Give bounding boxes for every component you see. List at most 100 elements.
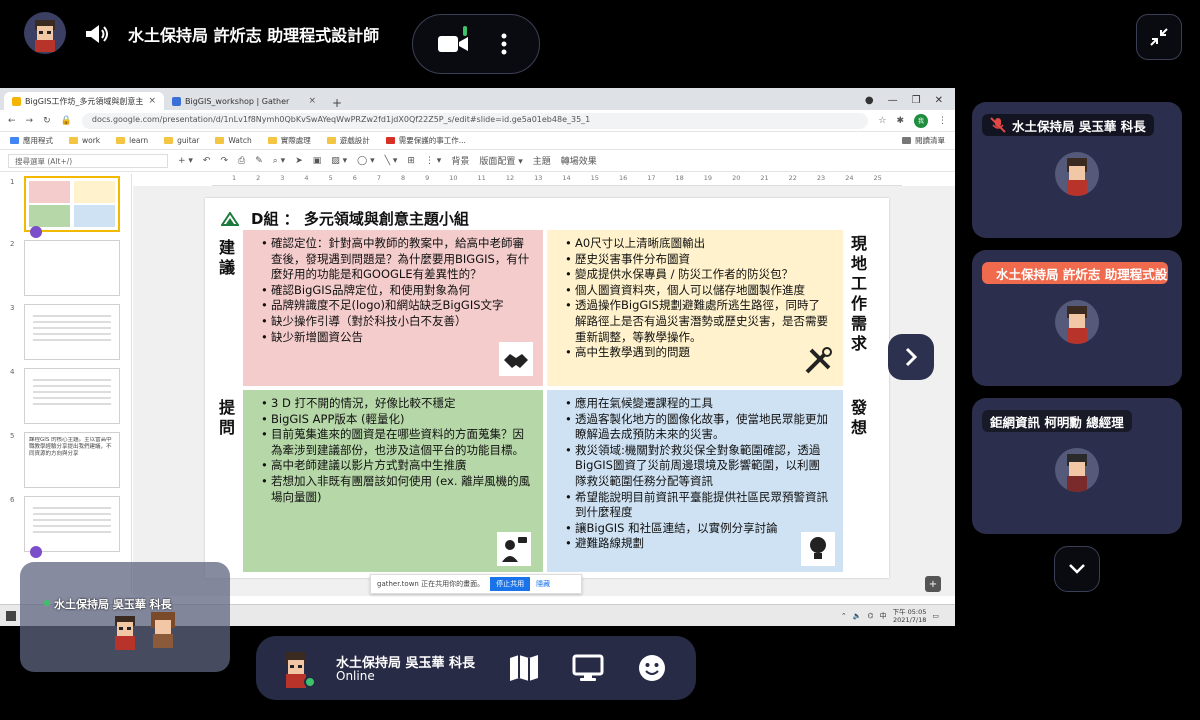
menu-dots-icon[interactable]: ⋮: [938, 116, 947, 126]
bookmark-item[interactable]: work: [69, 136, 100, 145]
forward-icon[interactable]: →: [26, 116, 34, 126]
shape-icon[interactable]: ◯ ▾: [357, 156, 374, 166]
close-icon[interactable]: ×: [148, 96, 156, 106]
self-video-preview[interactable]: 水土保持局 吳玉華 科長: [20, 562, 230, 672]
line-icon[interactable]: ╲ ▾: [385, 156, 398, 166]
paint-format-icon[interactable]: ✎: [255, 156, 263, 166]
profile-avatar[interactable]: 我: [914, 113, 928, 128]
explore-button[interactable]: +: [925, 576, 941, 592]
reading-list[interactable]: 閱讀清單: [902, 135, 945, 146]
thumb-lines: [33, 379, 111, 381]
stop-sharing-button[interactable]: 停止共用: [490, 577, 531, 591]
label-suggestion: 建議: [218, 238, 235, 277]
network-icon[interactable]: ⌬: [867, 612, 873, 620]
screen-share-button[interactable]: [570, 650, 606, 686]
clock[interactable]: 下午 05:05 2021/7/18: [893, 608, 927, 624]
speaker-icon: [82, 20, 110, 48]
list-item: 目前蒐集進來的圖資是在哪些資料的方面蒐集？因為牽涉到建議部份，也涉及這個平台的功…: [261, 427, 531, 458]
bookmark-item[interactable]: learn: [116, 136, 148, 145]
ruler-tick: 18: [675, 174, 684, 182]
ruler-tick: 21: [760, 174, 769, 182]
bookmark-label: 遊戲設計: [339, 136, 370, 145]
participant-name-badge: 水土保持局 吳玉華 科長: [982, 114, 1154, 136]
minimize-icon[interactable]: —: [888, 95, 898, 106]
online-status-dot: [304, 676, 316, 688]
undo-icon[interactable]: ↶: [203, 156, 211, 166]
more-icon[interactable]: ⋮ ▾: [425, 156, 441, 166]
star-icon[interactable]: ☆: [878, 116, 886, 126]
bookmark-label: learn: [129, 136, 149, 145]
bookmark-item[interactable]: guitar: [164, 136, 199, 145]
add-icon[interactable]: + ▾: [178, 156, 193, 166]
exit-fullscreen-button[interactable]: [1136, 14, 1182, 60]
next-slide-button[interactable]: [888, 334, 934, 380]
image-icon[interactable]: ▨ ▾: [331, 156, 347, 166]
ruler-tick: 22: [788, 174, 797, 182]
user-status[interactable]: Online: [336, 669, 375, 683]
bookmark-item[interactable]: 遊戲設計: [326, 135, 370, 146]
participant-tile-3[interactable]: 鉅網資訊 柯明勳 總經理: [972, 398, 1182, 534]
slide-thumbnail-6[interactable]: [24, 496, 120, 552]
notifications-icon[interactable]: ▭: [932, 612, 939, 620]
current-slide[interactable]: D組 ： 多元領域與創意主題小組 建議 提問 現地工作需求 發想 確認定位：針對…: [205, 198, 889, 578]
slide-thumbnail-2[interactable]: [24, 240, 120, 296]
emote-button[interactable]: [634, 650, 670, 686]
input-language[interactable]: 中: [880, 611, 887, 621]
slide-thumbnail-5[interactable]: 課程GIS 的核心主題。主以當高中職教學經驗分享提出我們建議，不同資源的方向與分…: [24, 432, 120, 488]
thumb-number: 2: [10, 240, 15, 248]
ruler-tick: 6: [352, 174, 357, 182]
browser-tab-slides[interactable]: BigGIS工作坊_多元領域與創意主 ×: [4, 92, 164, 110]
label-field-needs: 現地工作需求: [850, 234, 867, 353]
bookmark-page-icon: [385, 137, 395, 144]
redo-icon[interactable]: ↷: [220, 156, 228, 166]
bookmark-item[interactable]: 需要保護的事工作...: [385, 135, 466, 146]
print-icon[interactable]: ⎙: [238, 156, 245, 166]
toolbar-theme[interactable]: 主題: [533, 154, 551, 167]
participant-tile-1[interactable]: 水土保持局 吳玉華 科長: [972, 102, 1182, 238]
more-options-button[interactable]: [489, 24, 519, 64]
list-item: 若想加入非既有團層該如何使用 (ex. 離岸風機的風場向量圖): [261, 474, 531, 505]
back-icon[interactable]: ←: [8, 116, 16, 126]
maximize-icon[interactable]: ❐: [912, 95, 921, 106]
browser-tab-gather[interactable]: BigGIS_workshop | Gather ×: [164, 92, 324, 110]
new-tab-button[interactable]: +: [324, 96, 350, 110]
slide-thumbnail-3[interactable]: [24, 304, 120, 360]
record-icon[interactable]: ●: [865, 95, 874, 106]
field-needs-box: A0尺寸以上清晰底圖輸出 歷史災害事件分布圖資 變成提供水保專員 / 防災工作者…: [547, 230, 843, 386]
show-more-participants-button[interactable]: [1054, 546, 1100, 592]
folder-icon: [69, 137, 78, 144]
thumb-number: 6: [10, 496, 15, 504]
bookmark-item[interactable]: 應用程式: [10, 135, 53, 146]
tray-chevron-icon[interactable]: ⌃: [841, 612, 847, 620]
presenter-title: 水土保持局 許炘志 助理程式設計師: [128, 26, 380, 45]
toolbar-background[interactable]: 背景: [451, 154, 469, 167]
reload-icon[interactable]: ↻: [43, 116, 51, 126]
slides-toolbar: 搜尋選單 (Alt+/) + ▾ ↶ ↷ ⎙ ✎ ⌕ ▾ ➤ ▣ ▨ ▾ ◯ ▾…: [0, 150, 955, 172]
lock-icon[interactable]: 🔒: [61, 116, 72, 126]
bookmark-item[interactable]: 實際處理: [267, 135, 311, 146]
slide-thumbnail-4[interactable]: [24, 368, 120, 424]
textbox-icon[interactable]: ▣: [313, 156, 322, 166]
comment-icon[interactable]: ⊞: [407, 156, 415, 166]
url-input[interactable]: docs.google.com/presentation/d/1nLv1f8Ny…: [81, 112, 869, 129]
bookmark-item[interactable]: Watch: [215, 136, 252, 145]
thumb-number: 4: [10, 368, 15, 376]
windows-logo-icon[interactable]: [6, 610, 16, 621]
search-menus-input[interactable]: 搜尋選單 (Alt+/): [8, 153, 168, 168]
toolbar-transition[interactable]: 轉場效果: [561, 154, 597, 167]
presenter-avatar[interactable]: [24, 12, 66, 54]
close-window-icon[interactable]: ✕: [935, 95, 943, 106]
smiley-icon: [639, 655, 665, 681]
slide-thumbnail-1[interactable]: [24, 176, 120, 232]
select-icon[interactable]: ➤: [295, 156, 303, 166]
camera-toggle-button[interactable]: [433, 24, 473, 64]
toolbar-layout[interactable]: 版面配置 ▾: [479, 154, 522, 167]
volume-icon[interactable]: 🔈: [853, 612, 862, 620]
participant-tile-2[interactable]: 水土保持局 許炘志 助理程式設計師: [972, 250, 1182, 386]
zoom-icon[interactable]: ⌕ ▾: [273, 156, 285, 166]
list-item: 透過客製化地方的圖像化故事，使當地民眾能更加瞭解過去成預防未來的災害。: [565, 412, 831, 443]
extensions-icon[interactable]: ✱: [896, 116, 904, 126]
close-icon[interactable]: ×: [308, 96, 316, 106]
hide-notification-button[interactable]: 隱藏: [536, 579, 550, 589]
map-button[interactable]: [506, 650, 542, 686]
